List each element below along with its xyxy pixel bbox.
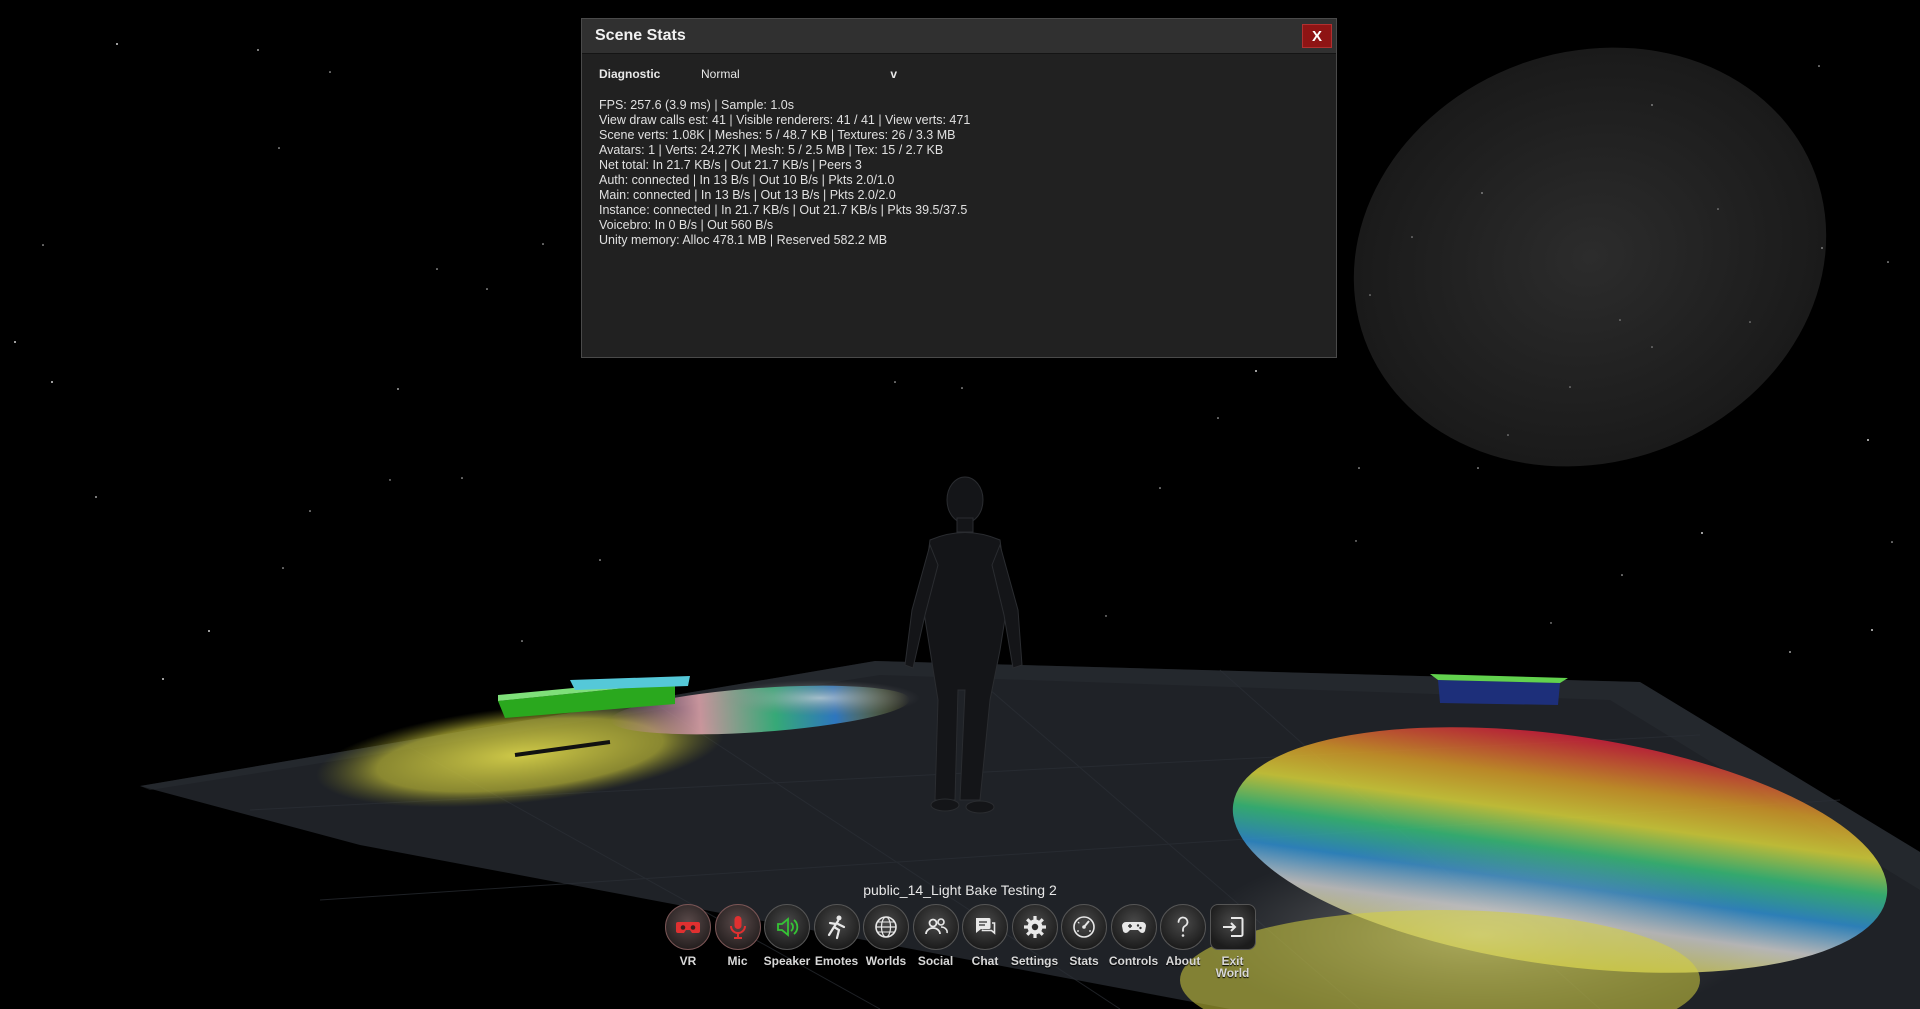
toolbar-label: Exit World bbox=[1215, 954, 1250, 980]
gamepad-icon bbox=[1121, 922, 1146, 933]
microphone-icon bbox=[729, 916, 746, 939]
toolbar-label: Social bbox=[917, 954, 954, 968]
emotes-button[interactable]: Emotes bbox=[813, 904, 860, 979]
panel-title: Scene Stats bbox=[595, 27, 686, 44]
stats-line: Avatars: 1 | Verts: 24.27K | Mesh: 5 / 2… bbox=[599, 143, 944, 157]
globe-icon bbox=[875, 916, 897, 938]
speedometer-icon bbox=[1073, 916, 1095, 938]
stats-line: Auth: connected | In 13 B/s | Out 10 B/s… bbox=[599, 173, 895, 187]
speaker-button[interactable]: Speaker bbox=[764, 904, 810, 979]
stats-line: Net total: In 21.7 KB/s | Out 21.7 KB/s … bbox=[599, 158, 862, 172]
speaker-icon bbox=[777, 917, 799, 937]
emote-figure-icon bbox=[827, 915, 845, 940]
social-button[interactable]: Social bbox=[912, 904, 959, 979]
scene-stats-panel: Scene Stats X Diagnostic Normal v FPS: 2… bbox=[581, 18, 1337, 358]
diagnostic-row: Diagnostic Normal v bbox=[582, 54, 1336, 81]
stats-line: Instance: connected | In 21.7 KB/s | Out… bbox=[599, 203, 968, 217]
mic-button[interactable]: Mic bbox=[714, 904, 761, 979]
toolbar-label: About bbox=[1165, 954, 1201, 968]
question-icon bbox=[1177, 916, 1189, 937]
diagnostic-value: Normal bbox=[701, 67, 740, 81]
toolbar-label: Chat bbox=[971, 954, 999, 968]
stats-text: FPS: 257.6 (3.9 ms) | Sample: 1.0s View … bbox=[582, 81, 1336, 248]
toolbar-label: Worlds bbox=[865, 954, 907, 968]
exit-world-button[interactable]: Exit World bbox=[1209, 904, 1256, 980]
controls-button[interactable]: Controls bbox=[1108, 904, 1159, 979]
gear-icon bbox=[1023, 916, 1046, 938]
worlds-button[interactable]: Worlds bbox=[863, 904, 909, 979]
stats-line: Voicebro: In 0 B/s | Out 560 B/s bbox=[599, 218, 774, 232]
bottom-toolbar: VR Mic Speaker Emotes Worlds Social Chat… bbox=[665, 904, 1256, 979]
settings-button[interactable]: Settings bbox=[1010, 904, 1059, 979]
stats-line: Scene verts: 1.08K | Meshes: 5 / 48.7 KB… bbox=[599, 128, 956, 142]
world-name: public_14_Light Bake Testing 2 bbox=[863, 882, 1057, 898]
chat-bubbles-icon bbox=[976, 918, 996, 935]
vr-button[interactable]: VR bbox=[665, 904, 711, 979]
chevron-down-icon: v bbox=[890, 67, 897, 81]
stats-button[interactable]: Stats bbox=[1061, 904, 1107, 979]
diagnostic-label: Diagnostic bbox=[599, 67, 661, 81]
vr-headset-icon bbox=[676, 922, 700, 933]
chat-button[interactable]: Chat bbox=[962, 904, 1008, 979]
toolbar-label: Controls bbox=[1108, 954, 1159, 968]
about-button[interactable]: About bbox=[1160, 904, 1206, 979]
panel-header: Scene Stats X bbox=[582, 19, 1336, 54]
toolbar-label: Speaker bbox=[763, 954, 811, 968]
exit-icon bbox=[1222, 917, 1243, 937]
toolbar-label: Settings bbox=[1010, 954, 1059, 968]
close-button[interactable]: X bbox=[1302, 24, 1332, 48]
toolbar-label: VR bbox=[679, 954, 697, 968]
toolbar-label: Mic bbox=[727, 954, 748, 968]
toolbar-label: Emotes bbox=[814, 954, 859, 968]
stats-line: View draw calls est: 41 | Visible render… bbox=[599, 113, 971, 127]
stats-line: FPS: 257.6 (3.9 ms) | Sample: 1.0s bbox=[599, 98, 794, 112]
toolbar-label: Stats bbox=[1069, 954, 1099, 968]
stats-line: Unity memory: Alloc 478.1 MB | Reserved … bbox=[599, 233, 888, 247]
stats-line: Main: connected | In 13 B/s | Out 13 B/s… bbox=[599, 188, 896, 202]
people-icon bbox=[924, 918, 948, 935]
diagnostic-dropdown[interactable]: Normal v bbox=[701, 67, 897, 81]
